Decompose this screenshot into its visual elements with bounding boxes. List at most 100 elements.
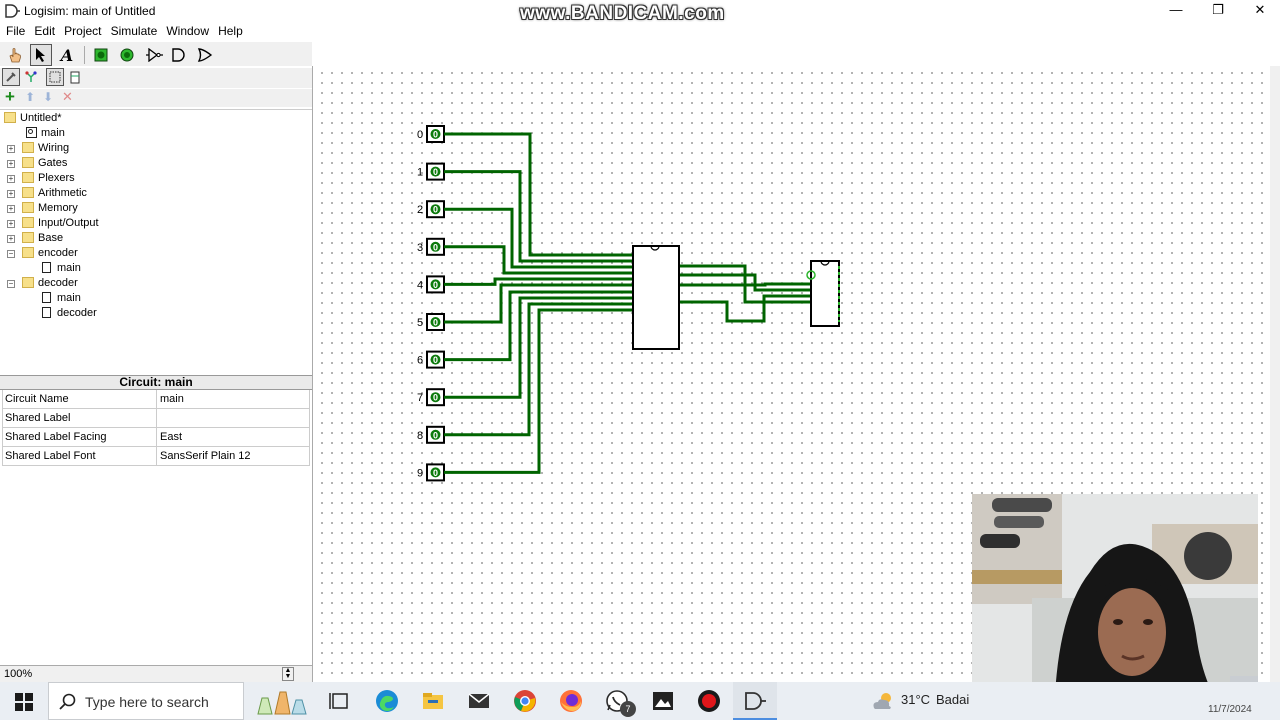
taskbar-search-box[interactable]: Type here to search [48,682,244,720]
or-gate-button[interactable] [194,44,216,66]
layout-editor-button[interactable] [46,68,64,86]
pin-value: 0 [433,355,438,365]
zoom-value[interactable]: 100% [4,668,32,680]
add-circuit-icon[interactable]: + [5,87,15,107]
tree-item-main[interactable]: main [26,126,65,141]
tree-item-decoder-decoder[interactable]: decoder [42,306,97,321]
and-gate-button[interactable] [168,44,190,66]
appearance-editor-button[interactable] [66,68,84,86]
file-explorer-icon[interactable] [421,689,445,713]
search-icon [59,693,76,710]
attr-row-shared-label-facing[interactable]: Shared Label Facing East [2,428,310,447]
delete-circuit-icon[interactable]: ✕ [62,89,73,105]
decoder-subcircuit[interactable] [810,260,840,327]
record-icon[interactable] [697,689,721,713]
tree-item-label: main [57,292,81,304]
tree-item-memory[interactable]: Memory [22,201,78,216]
input-pin-button[interactable] [90,44,112,66]
menu-file[interactable]: File [6,22,25,40]
folder-icon [4,112,16,123]
task-view-icon[interactable] [328,689,352,713]
expand-icon[interactable]: + [7,235,15,243]
menu-simulate[interactable]: Simulate [111,22,158,40]
edge-icon[interactable] [375,689,399,713]
tree-item-decoder-main[interactable]: main [42,291,81,306]
firefox-icon[interactable] [559,689,583,713]
expand-icon[interactable]: + [7,160,15,168]
minimize-button[interactable]: — [1154,0,1198,22]
expand-icon[interactable]: + [7,220,15,228]
wire[interactable] [444,308,633,474]
expand-icon[interactable]: + [7,145,15,153]
poke-tool-button[interactable] [4,44,26,66]
weather-text[interactable]: Badai [936,692,969,707]
wire[interactable] [679,282,811,287]
taskbar-date[interactable]: 11/7/2024 [1208,704,1252,715]
tree-item-plexers[interactable]: Plexers [22,171,75,186]
encoder-subcircuit[interactable] [632,245,680,350]
mail-icon[interactable] [467,689,491,713]
tree-item-base[interactable]: Base [22,231,63,246]
tree-item-label: main [57,262,81,274]
tree-item-arithmetic[interactable]: Arithmetic [22,186,87,201]
logisim-taskbar-button[interactable] [733,682,777,720]
chrome-icon[interactable] [513,689,537,713]
expand-icon[interactable]: + [7,175,15,183]
tree-item-gates[interactable]: Gates [22,156,67,171]
search-highlight-icon[interactable] [250,686,310,718]
attr-row-circuit-name[interactable]: Circuit Name main [2,390,310,409]
simulation-view-button[interactable] [22,68,40,86]
attr-value[interactable]: East [158,428,310,446]
tree-icon [25,71,37,82]
pin-label: 7 [417,392,423,404]
attr-value[interactable]: SansSerif Plain 12 [158,447,310,465]
toolbar-divider [84,46,85,64]
move-down-icon[interactable]: ⬇ [43,90,53,104]
wrench-icon [6,72,16,82]
tree-item-decoder[interactable]: decoder [22,276,78,291]
menu-edit[interactable]: Edit [34,22,55,40]
attr-row-shared-label[interactable]: Shared Label [2,409,310,428]
tree-item-encoder-main[interactable]: main [42,261,81,276]
move-up-icon[interactable]: ⬆ [25,90,35,104]
tree-item-encoder[interactable]: encoder [22,246,78,261]
tree-item-input-output[interactable]: Input/Output [22,216,99,231]
wire[interactable] [444,207,633,269]
menu-help[interactable]: Help [218,22,243,40]
photos-icon[interactable] [651,689,675,713]
input-pin-icon [94,48,108,62]
select-tool-button[interactable] [30,44,52,66]
folder-icon [22,202,34,213]
attr-row-shared-label-font[interactable]: Shared Label Font SansSerif Plain 12 [2,447,310,466]
circuit-icon [42,307,51,318]
zoom-control: 100% ▲ ▼ [0,665,312,682]
collapse-icon[interactable]: − [7,280,15,288]
menu-window[interactable]: Window [166,22,209,40]
output-pin-icon [120,48,134,62]
attr-value[interactable] [158,409,310,427]
close-button[interactable]: ✕ [1238,0,1280,22]
zoom-spinner[interactable]: ▲ ▼ [282,667,294,681]
tree-project[interactable]: Untitled* [4,111,62,126]
output-pin-button[interactable] [116,44,138,66]
tree-item-wiring[interactable]: Wiring [22,141,69,156]
taskbar: Type here to search 7 31°C Badai 11/7/20… [0,682,1280,720]
chip-icon [70,71,80,83]
attr-value[interactable]: main [158,390,310,408]
expand-icon[interactable]: + [7,190,15,198]
weather-temp[interactable]: 31°C [901,692,930,707]
collapse-icon[interactable]: − [7,250,15,258]
not-gate-button[interactable] [143,44,165,66]
toolbox-view-button[interactable] [2,68,20,86]
weather-icon[interactable] [870,690,896,712]
windows-start-icon[interactable] [15,693,33,711]
pin-value: 0 [433,167,438,177]
canvas-scrollbar[interactable] [1270,66,1280,682]
menu-project[interactable]: Project [64,22,101,40]
and-gate-icon [172,48,185,62]
pin-label: 2 [417,204,423,216]
maximize-button[interactable]: ❐ [1196,0,1240,22]
wire[interactable] [444,132,633,257]
expand-icon[interactable]: + [7,205,15,213]
text-tool-button[interactable]: A [56,44,78,66]
